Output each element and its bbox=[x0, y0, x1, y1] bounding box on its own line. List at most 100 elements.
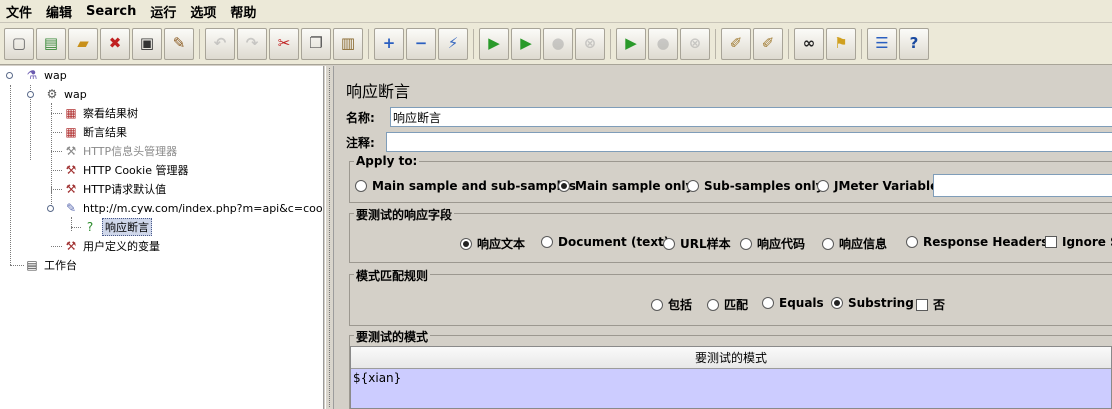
apply-sub-only-radio[interactable]: Sub-samples only bbox=[687, 179, 823, 193]
close-button[interactable]: ✖ bbox=[100, 27, 130, 60]
menu-options[interactable]: 选项 bbox=[190, 2, 216, 21]
test-plan-icon: ⚗ bbox=[26, 68, 38, 82]
save-as-button[interactable]: ✎ bbox=[164, 27, 194, 60]
tree-node-http-request[interactable]: ✎ http://m.cyw.com/index.php?m=api&c=coo… bbox=[63, 199, 323, 217]
ignore-status-checkbox[interactable]: Ignore St bbox=[1045, 235, 1112, 249]
pane-splitter[interactable] bbox=[325, 66, 334, 409]
start-icon: ▶ bbox=[488, 34, 500, 52]
clear-all-icon: ✐ bbox=[761, 34, 775, 52]
tree-toggle-wap[interactable] bbox=[27, 91, 34, 98]
cut-button[interactable]: ✂ bbox=[269, 27, 299, 60]
response-field-title: 要测试的响应字段 bbox=[354, 206, 455, 223]
comment-field[interactable] bbox=[386, 132, 1112, 152]
pattern-row[interactable]: ${xian} bbox=[351, 369, 1111, 408]
menu-run[interactable]: 运行 bbox=[150, 2, 176, 21]
radio-indicator bbox=[762, 297, 774, 309]
tree-node-response-assertion[interactable]: ? 响应断言 bbox=[82, 218, 152, 236]
toggle-button[interactable]: ⚡ bbox=[438, 27, 468, 60]
shutdown-button[interactable]: ⊗ bbox=[575, 27, 605, 60]
radio-indicator bbox=[663, 237, 675, 250]
radio-label: 响应信息 bbox=[839, 237, 888, 251]
tree-node-cookie-manager[interactable]: ⚒ HTTP Cookie 管理器 bbox=[63, 161, 189, 179]
search-button[interactable]: ∞ bbox=[794, 27, 824, 60]
clear-all-button[interactable]: ✐ bbox=[753, 27, 783, 60]
tree-node-request-defaults[interactable]: ⚒ HTTP请求默认值 bbox=[63, 180, 167, 198]
field-response-text-radio[interactable]: 响应文本 bbox=[460, 235, 525, 252]
menu-search[interactable]: Search bbox=[86, 4, 136, 19]
rule-equals-radio[interactable]: Equals bbox=[762, 296, 824, 310]
undo-button[interactable]: ↶ bbox=[205, 27, 235, 60]
save-button[interactable]: ▣ bbox=[132, 27, 162, 60]
menu-edit[interactable]: 编辑 bbox=[46, 2, 72, 21]
tree-node-user-variables[interactable]: ⚒ 用户定义的变量 bbox=[63, 237, 160, 255]
tree-node-view-results-tree[interactable]: ▦ 察看结果树 bbox=[63, 104, 138, 122]
rule-not-checkbox[interactable]: 否 bbox=[916, 296, 945, 313]
copy-icon: ❐ bbox=[309, 34, 323, 52]
tree-node-header-manager[interactable]: ⚒ HTTP信息头管理器 bbox=[63, 142, 178, 160]
start-no-pause-button[interactable]: ▶ bbox=[511, 27, 541, 60]
toolbar-separator bbox=[788, 28, 789, 59]
field-response-message-radio[interactable]: 响应信息 bbox=[822, 235, 887, 252]
splitter-grip bbox=[329, 68, 331, 407]
comment-label: 注释: bbox=[346, 135, 375, 150]
field-url-sample-radio[interactable]: URL样本 bbox=[663, 235, 731, 252]
tree-toggle-root[interactable] bbox=[6, 72, 13, 79]
response-assertion-panel: 响应断言 名称: 注释: Apply to: Main sample and s… bbox=[335, 66, 1112, 409]
name-field[interactable] bbox=[390, 107, 1112, 127]
radio-indicator bbox=[541, 236, 553, 248]
radio-indicator bbox=[831, 297, 843, 309]
field-response-headers-radio[interactable]: Response Headers bbox=[906, 235, 1048, 249]
toolbar-separator bbox=[368, 28, 369, 59]
remote-shutdown-button[interactable]: ⊗ bbox=[680, 27, 710, 60]
function-helper-button[interactable]: ☰ bbox=[867, 27, 897, 60]
menu-file[interactable]: 文件 bbox=[6, 2, 32, 21]
tree-node-workbench[interactable]: ▤ 工作台 bbox=[24, 256, 77, 274]
jmeter-variable-field[interactable] bbox=[933, 174, 1112, 197]
copy-button[interactable]: ❐ bbox=[301, 27, 331, 60]
field-document-text-radio[interactable]: Document (text) bbox=[541, 235, 669, 249]
sampler-icon: ✎ bbox=[65, 201, 77, 215]
remote-start-button[interactable]: ▶ bbox=[616, 27, 646, 60]
reset-search-button[interactable]: ⚑ bbox=[826, 27, 856, 60]
tree-node-thread-group[interactable]: ⚙ wap bbox=[44, 85, 87, 103]
new-button[interactable]: ▢ bbox=[4, 27, 34, 60]
apply-jmeter-variable-radio[interactable]: JMeter Variable bbox=[817, 179, 938, 193]
help-button[interactable]: ? bbox=[899, 27, 929, 60]
tree-node-assertion-results[interactable]: ▦ 断言结果 bbox=[63, 123, 127, 141]
rule-matches-radio[interactable]: 匹配 bbox=[707, 296, 748, 313]
rule-contains-radio[interactable]: 包括 bbox=[651, 296, 692, 313]
expand-icon: + bbox=[382, 34, 396, 52]
start-no-pause-icon: ▶ bbox=[520, 34, 532, 52]
tree-toggle-http-request[interactable] bbox=[47, 205, 54, 212]
stop-icon: ● bbox=[551, 34, 565, 52]
radio-label: Equals bbox=[779, 296, 824, 310]
apply-main-and-sub-radio[interactable]: Main sample and sub-samples bbox=[355, 179, 576, 193]
apply-main-only-radio[interactable]: Main sample only bbox=[558, 179, 693, 193]
collapse-button[interactable]: − bbox=[406, 27, 436, 60]
function-helper-icon: ☰ bbox=[875, 34, 889, 52]
remote-stop-button[interactable]: ● bbox=[648, 27, 678, 60]
close-icon: ✖ bbox=[108, 34, 122, 52]
save-as-icon: ✎ bbox=[172, 34, 186, 52]
stop-button[interactable]: ● bbox=[543, 27, 573, 60]
paste-button[interactable]: ▥ bbox=[333, 27, 363, 60]
open-button[interactable]: ▰ bbox=[68, 27, 98, 60]
start-button[interactable]: ▶ bbox=[479, 27, 509, 60]
tree-node-label: 工作台 bbox=[44, 259, 77, 272]
listener-icon: ▦ bbox=[65, 106, 77, 120]
rule-substring-radio[interactable]: Substring bbox=[831, 296, 914, 310]
undo-icon: ↶ bbox=[213, 34, 227, 52]
redo-button[interactable]: ↷ bbox=[237, 27, 267, 60]
expand-button[interactable]: + bbox=[374, 27, 404, 60]
tree-node-test-plan[interactable]: ⚗ wap bbox=[24, 66, 67, 84]
comment-row: 注释: bbox=[346, 132, 1112, 152]
redo-icon: ↷ bbox=[245, 34, 259, 52]
name-row: 名称: bbox=[346, 107, 1112, 127]
tree-node-label: 断言结果 bbox=[83, 126, 127, 139]
field-response-code-radio[interactable]: 响应代码 bbox=[740, 235, 805, 252]
menu-help[interactable]: 帮助 bbox=[230, 2, 256, 21]
config-element-icon: ⚒ bbox=[65, 144, 77, 158]
templates-button[interactable]: ▤ bbox=[36, 27, 66, 60]
new-icon: ▢ bbox=[11, 34, 27, 52]
clear-button[interactable]: ✐ bbox=[721, 27, 751, 60]
